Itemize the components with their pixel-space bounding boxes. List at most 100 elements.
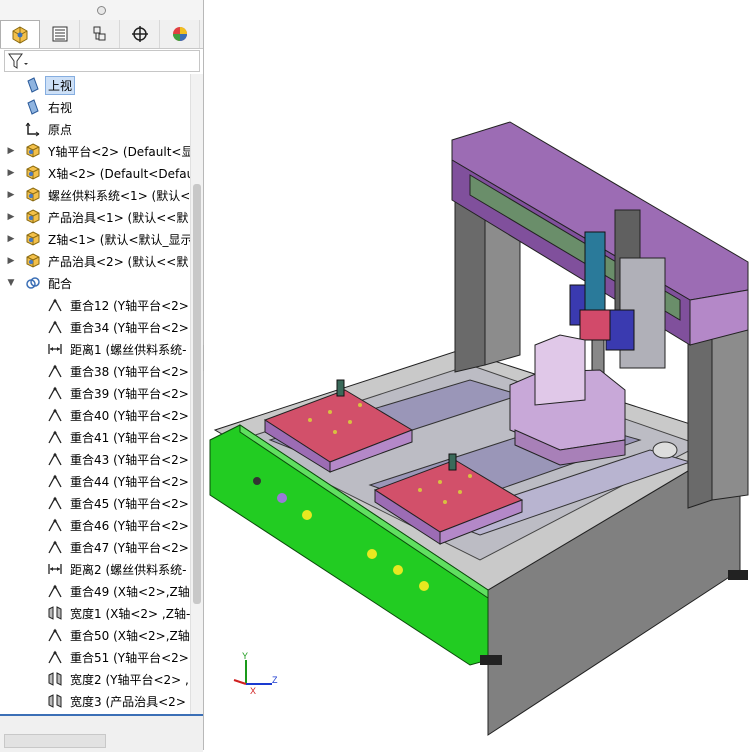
distance-icon	[46, 340, 64, 358]
tree-item[interactable]: ▶ Y轴平台<2> (Default<显	[0, 140, 190, 162]
grip-dot-icon	[97, 6, 106, 15]
tree-item-label: 螺丝供料系统<1> (默认<<	[48, 188, 190, 203]
tree-item[interactable]: 上视	[0, 74, 190, 96]
origin-icon	[24, 120, 42, 138]
tree-item-label: 右视	[48, 100, 73, 115]
tree-item[interactable]: 重合43 (Y轴平台<2>	[0, 448, 190, 470]
tree-item-label: 重合50 (X轴<2>,Z轴	[70, 628, 190, 643]
assembly-icon	[24, 208, 42, 226]
tree-item-label: 重合49 (X轴<2>,Z轴	[70, 584, 190, 599]
coincident-icon	[46, 362, 64, 380]
tree-item-label: 宽度2 (Y轴平台<2> ,	[70, 672, 189, 687]
coincident-icon	[46, 318, 64, 336]
tree-item[interactable]: ▶ X轴<2> (Default<Defau	[0, 162, 190, 184]
tree-item-label: 宽度1 (X轴<2> ,Z轴-	[70, 606, 190, 621]
coordinate-triad: Y Z X	[233, 651, 278, 696]
tree-item[interactable]: 原点	[0, 118, 190, 140]
expand-arrow-icon[interactable]: ▶	[6, 190, 16, 200]
tree-item[interactable]: 宽度1 (X轴<2> ,Z轴-	[0, 602, 190, 624]
tree-item[interactable]: ▶ 产品治具<2> (默认<<默	[0, 250, 190, 272]
coincident-icon	[46, 516, 64, 534]
assembly-icon	[24, 164, 42, 182]
plane-icon	[24, 98, 42, 116]
tree-item-label: X轴<2> (Default<Defau	[48, 166, 190, 181]
tree-item[interactable]: 重合39 (Y轴平台<2>	[0, 382, 190, 404]
tree-item-label: 距离1 (螺丝供料系统-	[70, 342, 187, 357]
tree-item[interactable]: 重合40 (Y轴平台<2>	[0, 404, 190, 426]
expand-arrow-icon[interactable]: ▶	[6, 212, 16, 222]
expand-arrow-icon[interactable]: ▶	[6, 256, 16, 266]
assembly-icon	[24, 186, 42, 204]
indicator-light	[393, 565, 403, 575]
tree-item[interactable]: ▶ Z轴<1> (默认<默认_显示	[0, 228, 190, 250]
mates-folder-icon	[24, 274, 42, 292]
tree-item[interactable]: 重合46 (Y轴平台<2>	[0, 514, 190, 536]
tree-item[interactable]: 重合45 (Y轴平台<2>	[0, 492, 190, 514]
panel-bottom-bar	[0, 714, 203, 752]
tree-item[interactable]: 宽度3 (产品治具<2>	[0, 690, 190, 712]
tree-item-label: 宽度3 (产品治具<2>	[70, 694, 186, 709]
tree-item[interactable]: 重合41 (Y轴平台<2>	[0, 426, 190, 448]
tree-item[interactable]: 重合47 (Y轴平台<2>	[0, 536, 190, 558]
tree-item-label: 重合46 (Y轴平台<2>	[70, 518, 189, 533]
tab-dimxpert-manager[interactable]	[120, 20, 160, 48]
tab-configuration-manager[interactable]	[80, 20, 120, 48]
tree-item-label: 重合43 (Y轴平台<2>	[70, 452, 189, 467]
tree-item[interactable]: 距离1 (螺丝供料系统-	[0, 338, 190, 360]
tree-item[interactable]: 重合50 (X轴<2>,Z轴	[0, 624, 190, 646]
tree-filter-bar[interactable]	[4, 50, 200, 72]
assembly-model-view[interactable]	[204, 0, 750, 750]
tab-feature-manager[interactable]	[0, 20, 40, 48]
tab-display-manager[interactable]	[160, 20, 200, 48]
tree-item[interactable]: ▼ 配合	[0, 272, 190, 294]
coincident-icon	[46, 626, 64, 644]
coincident-icon	[46, 450, 64, 468]
tree-item[interactable]: ▶ 螺丝供料系统<1> (默认<<	[0, 184, 190, 206]
triad-y-label: Y	[242, 651, 248, 661]
property-manager-icon	[52, 26, 67, 42]
tree-item-label: 重合12 (Y轴平台<2>	[70, 298, 189, 313]
expand-arrow-icon[interactable]: ▶	[6, 168, 16, 178]
tree-item[interactable]: 重合12 (Y轴平台<2>	[0, 294, 190, 316]
scroll-thumb[interactable]	[193, 184, 201, 604]
tree-item[interactable]: 宽度2 (Y轴平台<2> ,	[0, 668, 190, 690]
tree-item[interactable]: 距离2 (螺丝供料系统-	[0, 558, 190, 580]
manager-tabs	[0, 20, 203, 49]
feature-manager-icon	[12, 25, 28, 44]
tree-item[interactable]: 右视	[0, 96, 190, 118]
tree-item-label: 配合	[48, 276, 73, 291]
expand-arrow-icon[interactable]: ▶	[6, 234, 16, 244]
tree-item-label: 重合39 (Y轴平台<2>	[70, 386, 189, 401]
tree-item[interactable]: 重合38 (Y轴平台<2>	[0, 360, 190, 382]
indicator-light	[419, 581, 429, 591]
tree-item-label: 重合41 (Y轴平台<2>	[70, 430, 189, 445]
tree-item-label: 重合44 (Y轴平台<2>	[70, 474, 189, 489]
coincident-icon	[46, 648, 64, 666]
tree-vertical-scrollbar[interactable]	[190, 74, 203, 714]
tree-horizontal-scrollbar[interactable]	[4, 734, 106, 748]
filter-icon[interactable]	[7, 51, 31, 71]
indicator-light	[253, 477, 261, 485]
indicator-light	[367, 549, 377, 559]
panel-grip[interactable]	[0, 0, 203, 21]
coincident-icon	[46, 582, 64, 600]
tree-item-label: 距离2 (螺丝供料系统-	[70, 562, 187, 577]
coincident-icon	[46, 406, 64, 424]
feature-manager-panel: 上视 右视 原点 ▶ Y轴平台<2> (Default<显 ▶ X轴<2> (Default…	[0, 0, 204, 752]
collapse-arrow-icon[interactable]: ▼	[6, 278, 16, 288]
tree-item[interactable]: 重合34 (Y轴平台<2>	[0, 316, 190, 338]
graphics-viewport[interactable]: Y Z X	[204, 0, 750, 750]
tree-item[interactable]: ▶ 产品治具<1> (默认<<默	[0, 206, 190, 228]
tree-item[interactable]: 重合49 (X轴<2>,Z轴	[0, 580, 190, 602]
plane-icon	[24, 76, 42, 94]
indicator-light	[302, 510, 312, 520]
coincident-icon	[46, 428, 64, 446]
feature-tree: 上视 右视 原点 ▶ Y轴平台<2> (Default<显 ▶ X轴<2> (Default…	[0, 74, 190, 714]
tab-property-manager[interactable]	[40, 20, 80, 48]
expand-arrow-icon[interactable]: ▶	[6, 146, 16, 156]
tree-item[interactable]: 重合44 (Y轴平台<2>	[0, 470, 190, 492]
tree-item-label: 产品治具<2> (默认<<默	[48, 254, 189, 269]
indicator-light	[277, 493, 287, 503]
tree-item[interactable]: 重合51 (Y轴平台<2>	[0, 646, 190, 668]
tree-item-label: 原点	[48, 122, 73, 137]
